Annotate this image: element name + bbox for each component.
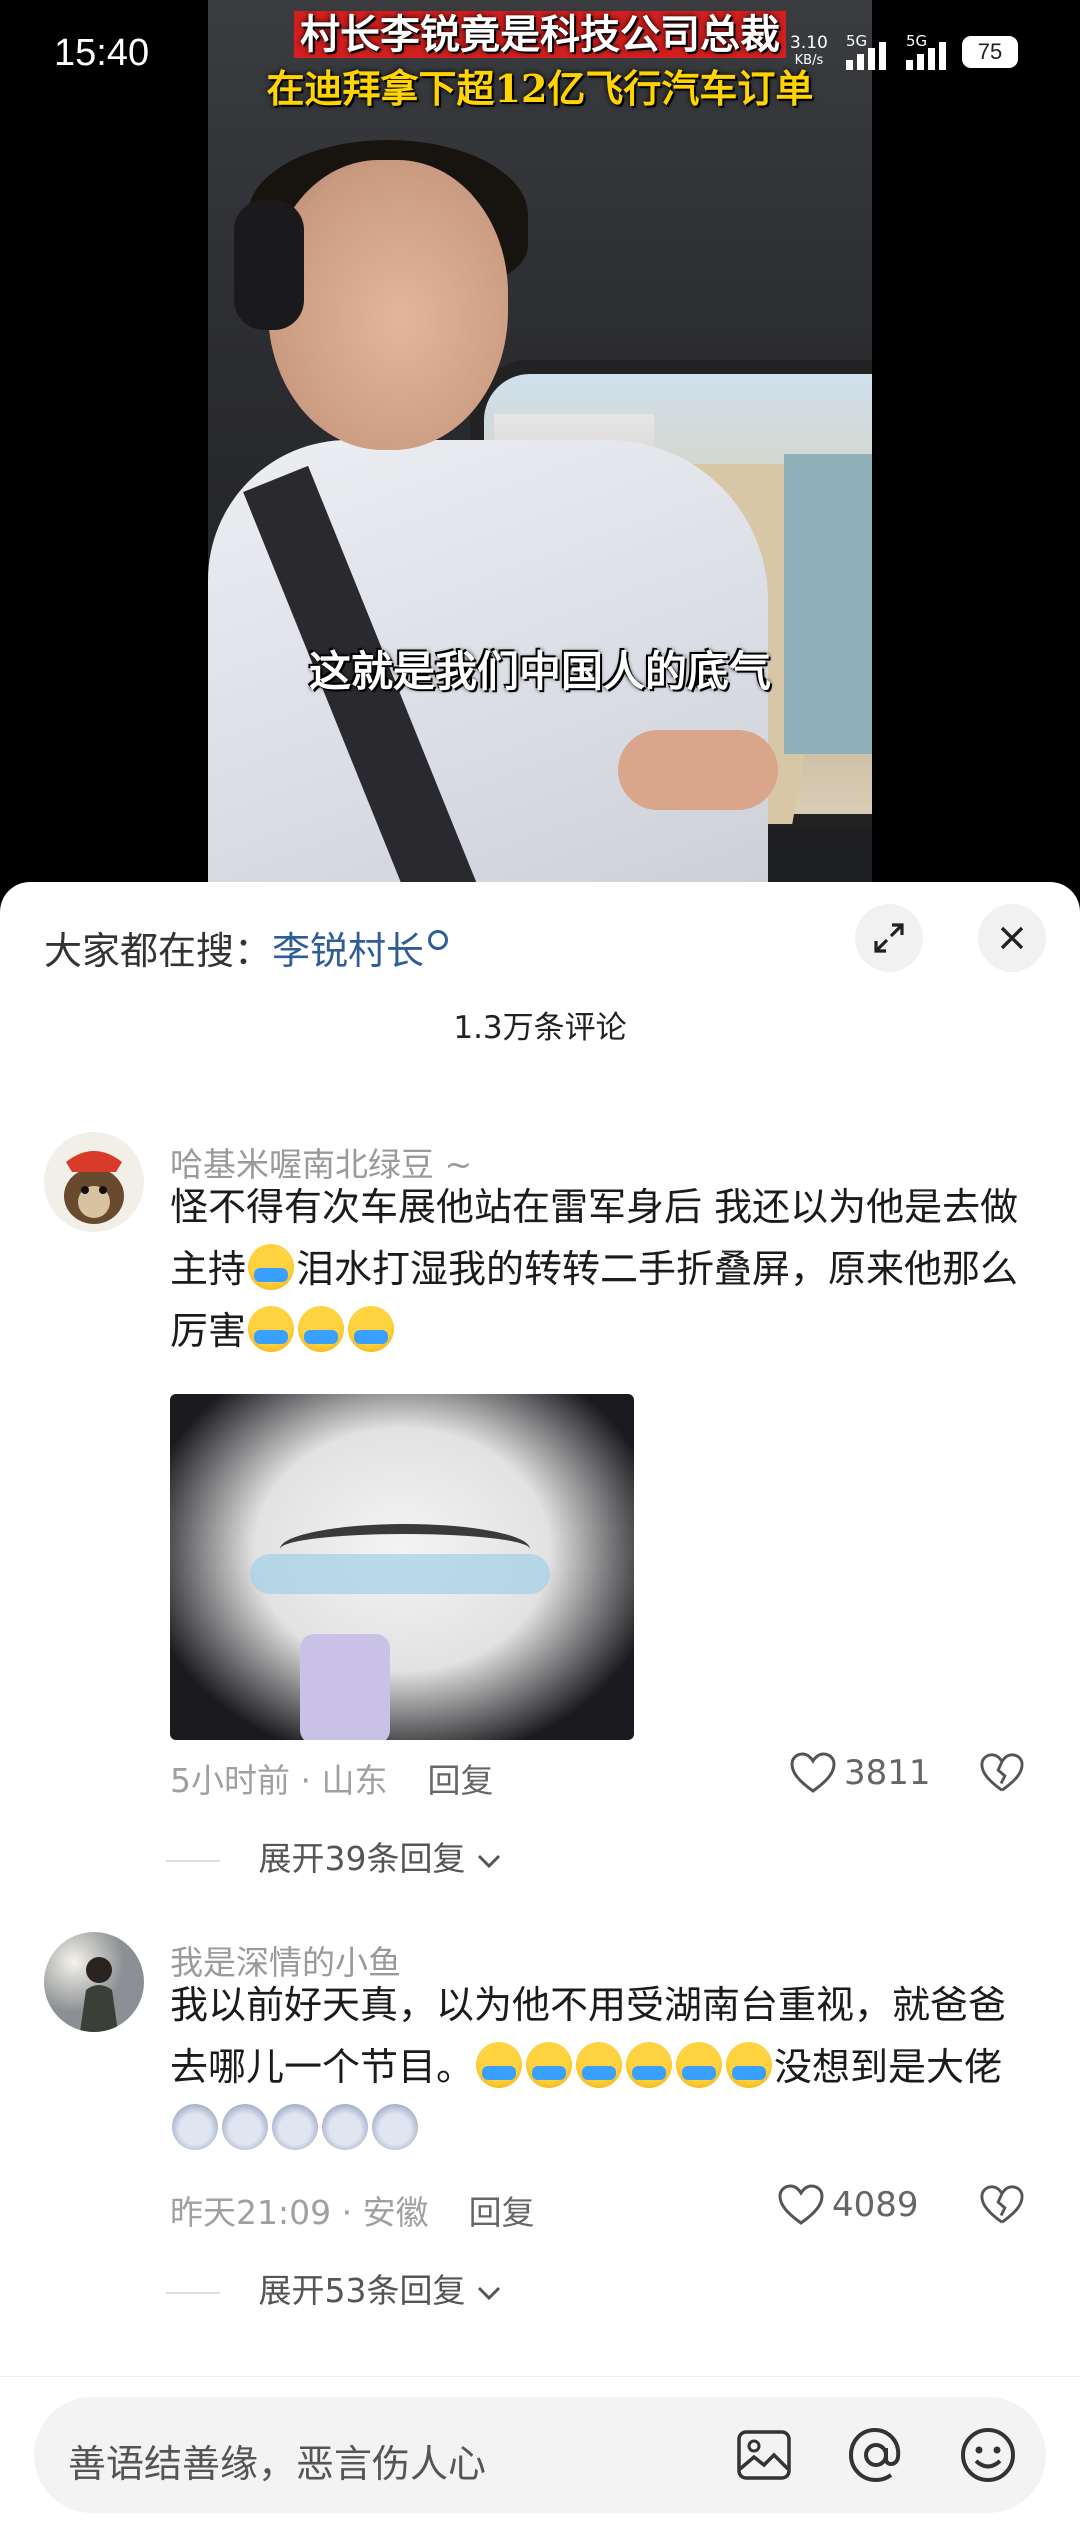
like-button[interactable]: 3811 [790, 1752, 931, 1794]
video-caption: 这就是我们中国人的底气 [308, 647, 771, 696]
husky-emoji-icon [272, 2104, 318, 2150]
crying-emoji-icon [526, 2042, 573, 2088]
search-prefix: 大家都在搜： [44, 929, 273, 973]
husky-emoji-icon [222, 2104, 268, 2150]
expand-icon [874, 923, 904, 953]
comment-input-bar: 善语结善缘，恶言伤人心 [0, 2376, 1080, 2533]
video-frame [208, 0, 872, 900]
comment-sticker-image[interactable] [170, 1394, 634, 1740]
crying-emoji-icon [348, 1306, 395, 1352]
like-count: 3811 [844, 1753, 931, 1793]
dislike-button[interactable] [980, 1752, 1024, 1794]
signal-icon: 5G [846, 32, 900, 70]
like-button[interactable]: 4089 [778, 2184, 919, 2226]
comment-input[interactable]: 善语结善缘，恶言伤人心 [34, 2397, 1046, 2513]
signal-icon: 5G [906, 32, 960, 70]
comments-panel: 大家都在搜：李锐村长 1.3万条评论 哈基米喔南北绿豆 ~ 怪不得有次车展他站在… [0, 882, 1080, 2532]
avatar[interactable] [44, 1932, 144, 2032]
image-icon [737, 2430, 791, 2480]
husky-emoji-icon [172, 2104, 218, 2150]
crying-emoji-icon [248, 1306, 295, 1352]
comment-meta: 5小时前 · 山东 回复 [170, 1754, 493, 1802]
avatar[interactable] [44, 1132, 144, 1232]
status-time: 15:40 [54, 32, 150, 74]
reply-button[interactable]: 回复 [427, 1761, 493, 1800]
dislike-button[interactable] [980, 2184, 1024, 2226]
battery-icon: 75 [962, 36, 1018, 68]
broken-heart-icon [980, 1753, 1024, 1792]
emoji-button[interactable] [952, 2419, 1024, 2491]
at-mention-icon [848, 2427, 901, 2483]
status-bar: 15:40 3.10 KB/s 5G 5G 75 [0, 0, 1080, 110]
heart-icon [790, 1752, 836, 1793]
comment-text: 我以前好天真，以为他不用受湖南台重视，就爸爸去哪儿一个节目。 没想到是大佬 [170, 1974, 1040, 2160]
comment-count: 1.3万条评论 [453, 1010, 627, 1046]
chevron-down-icon [477, 1854, 501, 1869]
video-person [208, 140, 778, 900]
video-player[interactable]: 村长李锐竟是科技公司总裁 在迪拜拿下超12亿飞行汽车订单 这就是我们中国人的底气 [0, 0, 1080, 900]
chevron-down-icon [477, 2286, 501, 2301]
comment-meta: 昨天21:09 · 安徽 回复 [170, 2186, 535, 2234]
image-button[interactable] [728, 2419, 800, 2491]
comment-time-location: 5小时前 · 山东 [170, 1761, 388, 1800]
expand-replies[interactable]: 展开53条回复 [166, 2264, 502, 2312]
expand-replies[interactable]: 展开39条回复 [166, 1832, 502, 1880]
comment-text: 怪不得有次车展他站在雷军身后 我还以为他是去做主持 泪水打湿我的转转二手折叠屏，原… [170, 1185, 1019, 1353]
smiley-icon [961, 2428, 1015, 2482]
crying-emoji-icon [476, 2042, 523, 2088]
like-count: 4089 [832, 2185, 919, 2225]
comment-input-placeholder: 善语结善缘，恶言伤人心 [68, 2442, 487, 2486]
crying-emoji-icon [298, 1306, 345, 1352]
search-icon [428, 930, 449, 950]
trending-search[interactable]: 大家都在搜：李锐村长 [44, 920, 449, 975]
husky-emoji-icon [322, 2104, 368, 2150]
reply-button[interactable]: 回复 [469, 2193, 535, 2232]
crying-emoji-icon [726, 2042, 773, 2088]
broken-heart-icon [980, 2185, 1024, 2224]
close-icon [1000, 926, 1024, 950]
network-speed: 3.10 KB/s [790, 33, 828, 68]
crying-laugh-emoji-icon [248, 1244, 295, 1290]
search-keyword[interactable]: 李锐村长 [272, 929, 424, 973]
heart-icon [778, 2184, 824, 2225]
comment-time-location: 昨天21:09 · 安徽 [170, 2193, 429, 2232]
close-button[interactable] [978, 904, 1046, 972]
husky-emoji-icon [372, 2104, 418, 2150]
crying-emoji-icon [626, 2042, 673, 2088]
crying-emoji-icon [576, 2042, 623, 2088]
mention-button[interactable] [840, 2419, 912, 2491]
crying-emoji-icon [676, 2042, 723, 2088]
expand-button[interactable] [855, 904, 923, 972]
